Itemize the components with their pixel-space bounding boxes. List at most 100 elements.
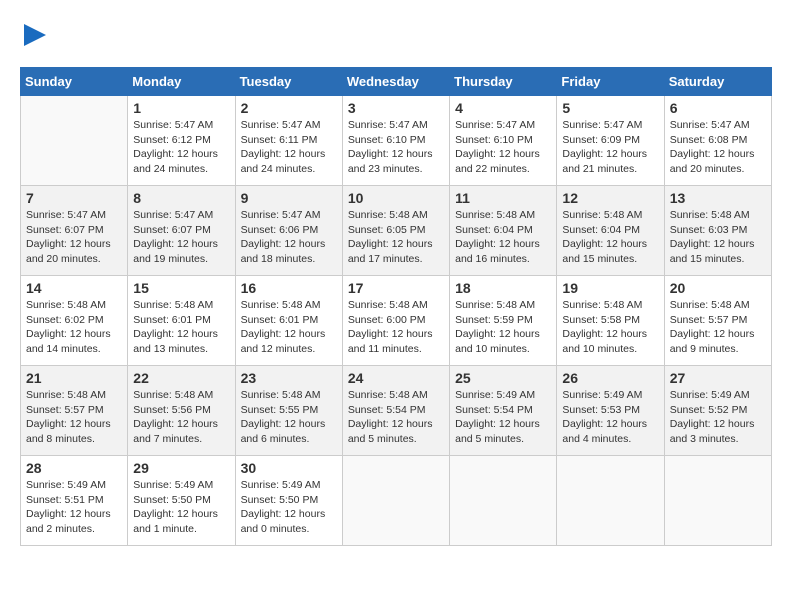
- calendar-cell: 9 Sunrise: 5:47 AM Sunset: 6:06 PM Daylig…: [235, 186, 342, 276]
- weekday-header-saturday: Saturday: [664, 68, 771, 96]
- day-number: 16: [241, 280, 337, 296]
- calendar-cell: 26 Sunrise: 5:49 AM Sunset: 5:53 PM Dayli…: [557, 366, 664, 456]
- day-info: Sunrise: 5:48 AM Sunset: 5:55 PM Dayligh…: [241, 388, 337, 447]
- day-number: 14: [26, 280, 122, 296]
- calendar-cell: [21, 96, 128, 186]
- calendar-cell: 17Sunrise: 5:48 AM Sunset: 6:00 PM Dayli…: [342, 276, 449, 366]
- calendar-cell: 11 Sunrise: 5:48 AM Sunset: 6:04 PM Dayli…: [450, 186, 557, 276]
- calendar-cell: 27 Sunrise: 5:49 AM Sunset: 5:52 PM Dayli…: [664, 366, 771, 456]
- day-number: 24: [348, 370, 444, 386]
- calendar-cell: 7Sunrise: 5:47 AM Sunset: 6:07 PM Daylig…: [21, 186, 128, 276]
- calendar-week-row: 28 Sunrise: 5:49 AM Sunset: 5:51 PM Dayli…: [21, 456, 772, 546]
- day-number: 3: [348, 100, 444, 116]
- day-number: 12: [562, 190, 658, 206]
- day-number: 9: [241, 190, 337, 206]
- day-info: Sunrise: 5:49 AM Sunset: 5:50 PM Dayligh…: [133, 478, 229, 537]
- calendar-cell: 16 Sunrise: 5:48 AM Sunset: 6:01 PM Dayli…: [235, 276, 342, 366]
- calendar-week-row: 7 Sunrise: 5:47 AM Sunset: 6:07 PM Daylig…: [21, 186, 772, 276]
- day-number: 20: [670, 280, 766, 296]
- calendar-cell: 2 Sunrise: 5:47 AM Sunset: 6:11 PM Daylig…: [235, 96, 342, 186]
- day-info: Sunrise: 5:47 AM Sunset: 6:10 PM Dayligh…: [348, 118, 444, 177]
- calendar-cell: 19Sunrise: 5:48 AM Sunset: 5:58 PM Dayli…: [557, 276, 664, 366]
- day-info: Sunrise: 5:47 AM Sunset: 6:07 PM Dayligh…: [133, 208, 229, 267]
- day-info: Sunrise: 5:48 AM Sunset: 5:59 PM Dayligh…: [455, 298, 551, 357]
- day-number: 25: [455, 370, 551, 386]
- day-info: Sunrise: 5:49 AM Sunset: 5:53 PM Dayligh…: [562, 388, 658, 447]
- day-info: Sunrise: 5:47 AM Sunset: 6:12 PM Dayligh…: [133, 118, 229, 177]
- logo-arrow-icon: [24, 24, 46, 46]
- day-info: Sunrise: 5:48 AM Sunset: 6:04 PM Dayligh…: [562, 208, 658, 267]
- day-info: Sunrise: 5:49 AM Sunset: 5:51 PM Dayligh…: [26, 478, 122, 537]
- calendar-cell: 10 Sunrise: 5:48 AM Sunset: 6:05 PM Dayli…: [342, 186, 449, 276]
- day-info: Sunrise: 5:48 AM Sunset: 6:01 PM Dayligh…: [133, 298, 229, 357]
- calendar-cell: 3 Sunrise: 5:47 AM Sunset: 6:10 PM Daylig…: [342, 96, 449, 186]
- weekday-header-wednesday: Wednesday: [342, 68, 449, 96]
- calendar-cell: 29 Sunrise: 5:49 AM Sunset: 5:50 PM Dayli…: [128, 456, 235, 546]
- header: [20, 20, 772, 51]
- day-number: 30: [241, 460, 337, 476]
- day-number: 10: [348, 190, 444, 206]
- day-number: 29: [133, 460, 229, 476]
- calendar-cell: 1 Sunrise: 5:47 AM Sunset: 6:12 PM Daylig…: [128, 96, 235, 186]
- day-number: 4: [455, 100, 551, 116]
- day-info: Sunrise: 5:48 AM Sunset: 6:03 PM Dayligh…: [670, 208, 766, 267]
- day-number: 1: [133, 100, 229, 116]
- calendar-cell: [664, 456, 771, 546]
- day-info: Sunrise: 5:48 AM Sunset: 6:04 PM Dayligh…: [455, 208, 551, 267]
- calendar-cell: 6 Sunrise: 5:47 AM Sunset: 6:08 PM Daylig…: [664, 96, 771, 186]
- weekday-header-thursday: Thursday: [450, 68, 557, 96]
- day-number: 5: [562, 100, 658, 116]
- day-number: 17: [348, 280, 444, 296]
- day-info: Sunrise: 5:47 AM Sunset: 6:09 PM Dayligh…: [562, 118, 658, 177]
- calendar-cell: [450, 456, 557, 546]
- day-info: Sunrise: 5:48 AM Sunset: 5:57 PM Dayligh…: [670, 298, 766, 357]
- calendar-cell: 18Sunrise: 5:48 AM Sunset: 5:59 PM Dayli…: [450, 276, 557, 366]
- day-info: Sunrise: 5:48 AM Sunset: 6:01 PM Dayligh…: [241, 298, 337, 357]
- day-number: 28: [26, 460, 122, 476]
- calendar-cell: 8 Sunrise: 5:47 AM Sunset: 6:07 PM Daylig…: [128, 186, 235, 276]
- weekday-header-monday: Monday: [128, 68, 235, 96]
- calendar-week-row: 1 Sunrise: 5:47 AM Sunset: 6:12 PM Daylig…: [21, 96, 772, 186]
- day-number: 22: [133, 370, 229, 386]
- day-info: Sunrise: 5:48 AM Sunset: 5:58 PM Dayligh…: [562, 298, 658, 357]
- day-number: 6: [670, 100, 766, 116]
- day-number: 2: [241, 100, 337, 116]
- day-info: Sunrise: 5:47 AM Sunset: 6:11 PM Dayligh…: [241, 118, 337, 177]
- day-info: Sunrise: 5:49 AM Sunset: 5:54 PM Dayligh…: [455, 388, 551, 447]
- day-info: Sunrise: 5:48 AM Sunset: 5:57 PM Dayligh…: [26, 388, 122, 447]
- calendar-cell: 22 Sunrise: 5:48 AM Sunset: 5:56 PM Dayli…: [128, 366, 235, 456]
- calendar-cell: 28 Sunrise: 5:49 AM Sunset: 5:51 PM Dayli…: [21, 456, 128, 546]
- calendar-cell: 24Sunrise: 5:48 AM Sunset: 5:54 PM Dayli…: [342, 366, 449, 456]
- day-number: 8: [133, 190, 229, 206]
- calendar-table: SundayMondayTuesdayWednesdayThursdayFrid…: [20, 67, 772, 546]
- calendar-cell: [557, 456, 664, 546]
- day-info: Sunrise: 5:48 AM Sunset: 5:56 PM Dayligh…: [133, 388, 229, 447]
- day-number: 27: [670, 370, 766, 386]
- day-info: Sunrise: 5:49 AM Sunset: 5:52 PM Dayligh…: [670, 388, 766, 447]
- calendar-cell: 5 Sunrise: 5:47 AM Sunset: 6:09 PM Daylig…: [557, 96, 664, 186]
- day-number: 15: [133, 280, 229, 296]
- calendar-cell: 21 Sunrise: 5:48 AM Sunset: 5:57 PM Dayli…: [21, 366, 128, 456]
- day-number: 13: [670, 190, 766, 206]
- day-number: 7: [26, 190, 122, 206]
- calendar-cell: 30 Sunrise: 5:49 AM Sunset: 5:50 PM Dayli…: [235, 456, 342, 546]
- day-info: Sunrise: 5:48 AM Sunset: 6:05 PM Dayligh…: [348, 208, 444, 267]
- calendar-week-row: 21 Sunrise: 5:48 AM Sunset: 5:57 PM Dayli…: [21, 366, 772, 456]
- day-number: 11: [455, 190, 551, 206]
- day-number: 21: [26, 370, 122, 386]
- calendar-cell: 12 Sunrise: 5:48 AM Sunset: 6:04 PM Dayli…: [557, 186, 664, 276]
- calendar-cell: 23 Sunrise: 5:48 AM Sunset: 5:55 PM Dayli…: [235, 366, 342, 456]
- day-number: 23: [241, 370, 337, 386]
- day-number: 26: [562, 370, 658, 386]
- day-info: Sunrise: 5:47 AM Sunset: 6:10 PM Dayligh…: [455, 118, 551, 177]
- day-info: Sunrise: 5:47 AM Sunset: 6:08 PM Dayligh…: [670, 118, 766, 177]
- weekday-header-tuesday: Tuesday: [235, 68, 342, 96]
- day-info: Sunrise: 5:48 AM Sunset: 6:02 PM Dayligh…: [26, 298, 122, 357]
- logo: [20, 20, 46, 51]
- weekday-header-friday: Friday: [557, 68, 664, 96]
- day-info: Sunrise: 5:47 AM Sunset: 6:06 PM Dayligh…: [241, 208, 337, 267]
- calendar-cell: 20 Sunrise: 5:48 AM Sunset: 5:57 PM Dayli…: [664, 276, 771, 366]
- day-info: Sunrise: 5:49 AM Sunset: 5:50 PM Dayligh…: [241, 478, 337, 537]
- weekday-header-row: SundayMondayTuesdayWednesdayThursdayFrid…: [21, 68, 772, 96]
- calendar-cell: 15 Sunrise: 5:48 AM Sunset: 6:01 PM Dayli…: [128, 276, 235, 366]
